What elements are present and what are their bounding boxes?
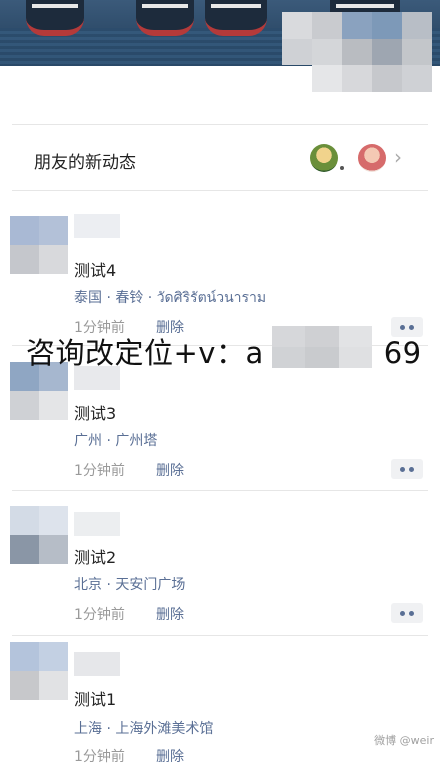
boat	[26, 0, 84, 36]
overlay-ad-prefix: 咨询改定位+v：a	[26, 336, 264, 370]
post-location[interactable]: 北京 · 天安门广场	[74, 574, 185, 594]
weibo-watermark: 微博 @weir	[374, 734, 434, 747]
name-blur	[74, 512, 120, 536]
friends-activity-row[interactable]: 朋友的新动态 ›	[0, 128, 440, 188]
divider	[12, 490, 428, 491]
name-blur	[74, 652, 120, 676]
post-text: 测试4	[74, 261, 117, 280]
post-location[interactable]: 泰国 · 春铃 · วัดศิริรัตน์วนาราม	[74, 287, 266, 309]
post-time: 1分钟前	[74, 749, 125, 765]
avatar[interactable]	[10, 642, 68, 700]
friends-activity-title: 朋友的新动态	[34, 153, 136, 173]
delete-button[interactable]: 删除	[156, 460, 184, 480]
post-text: 测试1	[74, 690, 117, 709]
overlay-ad-suffix: 69	[383, 336, 422, 370]
boat	[205, 0, 267, 36]
post-text: 测试3	[74, 404, 117, 423]
name-blur	[74, 214, 120, 238]
friend-avatar	[310, 144, 338, 172]
delete-button[interactable]: 删除	[156, 604, 184, 624]
post-location[interactable]: 广州 · 广州塔	[74, 430, 157, 450]
post-location[interactable]: 上海 · 上海外滩美术馆	[74, 718, 213, 738]
boat	[136, 0, 194, 36]
post-time: 1分钟前	[74, 463, 125, 479]
overlay-mosaic	[272, 326, 372, 368]
avatar[interactable]	[10, 216, 68, 274]
post-text: 测试2	[74, 548, 117, 567]
post-time: 1分钟前	[74, 607, 125, 623]
more-dots-icon[interactable]	[391, 459, 423, 479]
friend-dot	[340, 166, 344, 170]
chevron-right-icon: ›	[394, 145, 402, 169]
divider	[12, 190, 428, 191]
profile-mosaic	[282, 12, 432, 92]
avatar[interactable]	[10, 506, 68, 564]
divider	[12, 124, 428, 125]
more-dots-icon[interactable]	[391, 603, 423, 623]
friend-avatar	[358, 144, 386, 172]
divider	[12, 635, 428, 636]
delete-button[interactable]: 删除	[156, 746, 184, 766]
